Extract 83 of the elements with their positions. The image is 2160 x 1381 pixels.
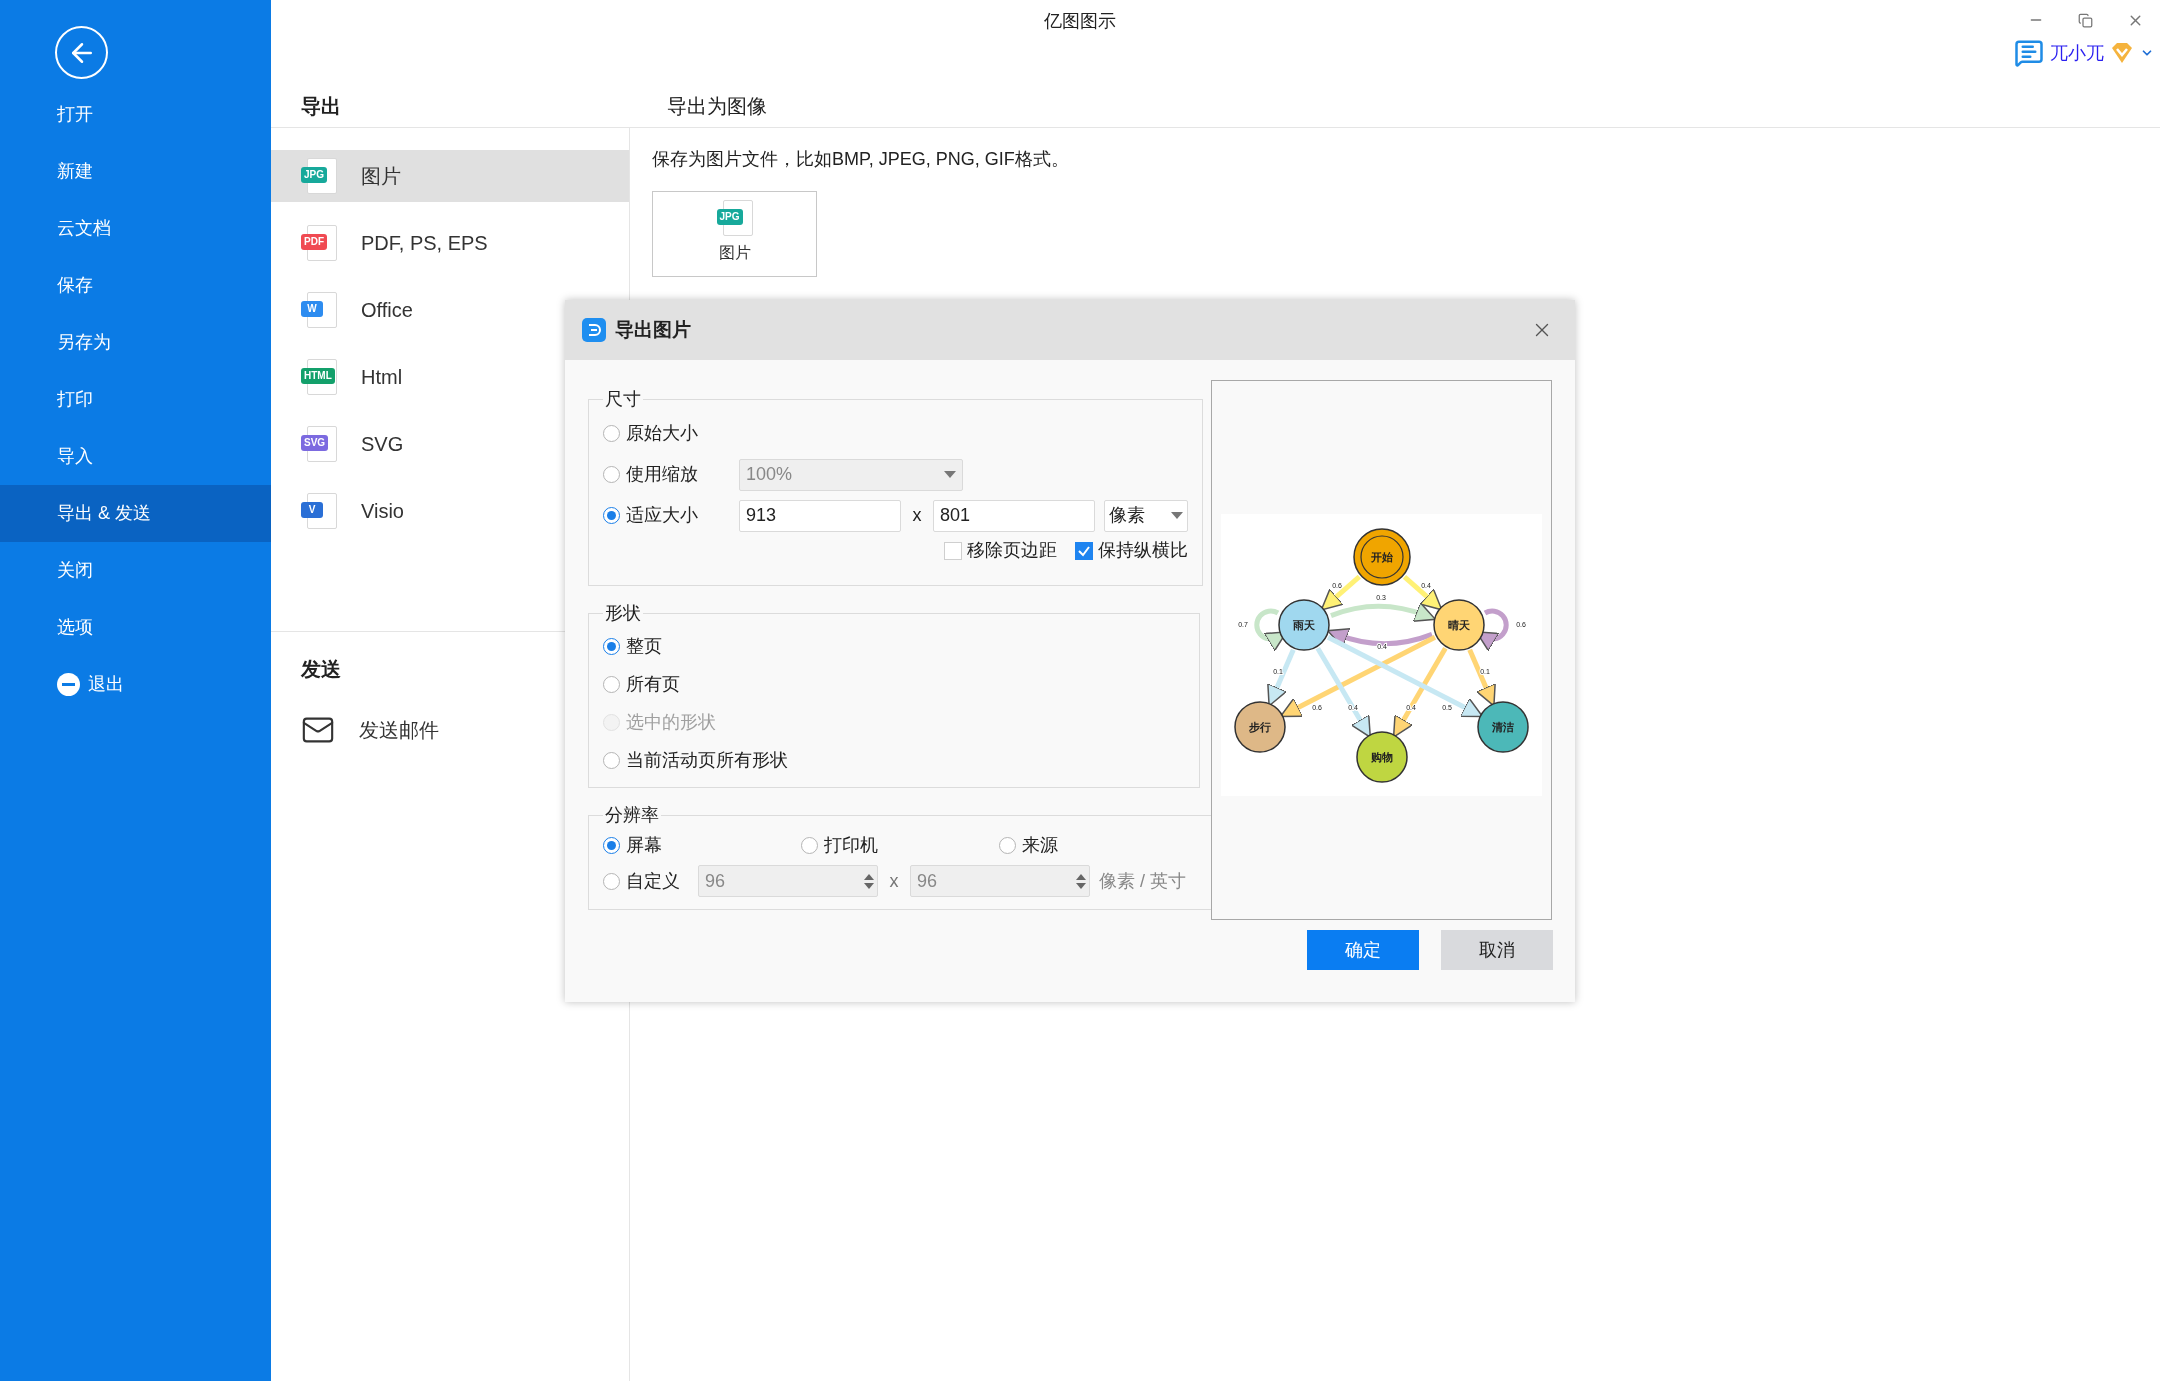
dropdown-icon: [1171, 512, 1183, 519]
sidebar-item[interactable]: 打印: [0, 371, 271, 428]
radio-button[interactable]: [603, 872, 620, 890]
option-label: 所有页: [626, 672, 680, 696]
back-button[interactable]: [55, 26, 108, 79]
option-label: 适应大小: [626, 504, 698, 527]
panel-title: 导出: [300, 94, 342, 119]
diagram-node: 开始: [1353, 528, 1411, 586]
export-format-item[interactable]: PDF PDF, PS, EPS: [271, 217, 629, 269]
radio-button[interactable]: [801, 836, 818, 854]
image-format-card[interactable]: JPG 图片: [652, 191, 817, 277]
format-badge: PDF: [301, 234, 327, 250]
option-label: 使用缩放: [626, 463, 698, 486]
format-badge: JPG: [301, 167, 327, 183]
description-text: 保存为图片文件，比如BMP, JPEG, PNG, GIF格式。: [652, 148, 1070, 171]
checkbox[interactable]: [1075, 541, 1093, 560]
cancel-button[interactable]: 取消: [1441, 930, 1553, 970]
checkbox[interactable]: [944, 541, 962, 560]
option-label: 当前活动页所有形状: [626, 748, 788, 772]
dpi-spin-field[interactable]: 96: [698, 865, 878, 897]
checkbox-label: 移除页边距: [967, 539, 1057, 562]
option-label: 打印机: [824, 833, 878, 857]
format-badge: SVG: [301, 435, 329, 451]
group-legend: 形状: [603, 600, 643, 627]
radio-button[interactable]: [603, 637, 620, 655]
diagram-node: 步行: [1234, 701, 1286, 753]
sidebar-item[interactable]: 打开: [0, 86, 271, 143]
unit-select[interactable]: 像素: [1104, 499, 1188, 532]
radio-button[interactable]: [603, 836, 620, 854]
diagram-node: 晴天: [1433, 599, 1485, 651]
app-title: 亿图图示: [1044, 10, 1116, 33]
sidebar-item[interactable]: 选项: [0, 599, 271, 656]
option-label: 屏幕: [626, 833, 662, 857]
app-logo-icon: [582, 318, 606, 342]
format-badge: V: [301, 502, 323, 518]
section-title: 导出为图像: [666, 94, 767, 119]
group-legend: 分辨率: [603, 802, 661, 829]
radio-button[interactable]: [999, 836, 1016, 854]
format-badge: JPG: [716, 209, 743, 225]
restore-icon[interactable]: [2078, 12, 2093, 28]
option-label: 自定义: [626, 869, 680, 893]
dialog-title: 导出图片: [615, 317, 691, 342]
checkbox-label: 保持纵横比: [1098, 539, 1188, 562]
diagram-node: 清洁: [1477, 701, 1529, 753]
sidebar-item[interactable]: 另存为: [0, 314, 271, 371]
width-field[interactable]: 913: [739, 499, 901, 532]
option-label: 选中的形状: [626, 710, 716, 734]
sidebar-item[interactable]: 保存: [0, 257, 271, 314]
ok-button[interactable]: 确定: [1307, 930, 1419, 970]
sidebar-item[interactable]: 云文档: [0, 200, 271, 257]
radio-button[interactable]: [603, 466, 620, 483]
option-label: 来源: [1022, 833, 1058, 857]
group-legend: 尺寸: [603, 386, 643, 413]
scale-select[interactable]: 100%: [739, 458, 963, 491]
diagram-node: 雨天: [1278, 599, 1330, 651]
height-field[interactable]: 801: [933, 499, 1095, 532]
radio-button[interactable]: [603, 751, 620, 769]
panel-title: 发送: [301, 657, 341, 682]
user-name[interactable]: 兀小兀: [2050, 39, 2104, 67]
unit-label: 像素 / 英寸: [1099, 869, 1186, 893]
radio-button[interactable]: [603, 425, 620, 442]
format-badge: HTML: [301, 368, 335, 384]
sidebar-item[interactable]: 退出: [0, 656, 271, 713]
option-label: 原始大小: [626, 422, 698, 445]
exit-icon: [57, 673, 80, 696]
chat-icon[interactable]: [2014, 38, 2044, 68]
spin-arrows-icon[interactable]: [1076, 873, 1086, 889]
times-sign: x: [911, 504, 923, 527]
sidebar-item[interactable]: 新建: [0, 143, 271, 200]
dropdown-icon: [944, 471, 956, 478]
sidebar-item[interactable]: 关闭: [0, 542, 271, 599]
times-sign: x: [888, 869, 900, 893]
spin-arrows-icon[interactable]: [864, 873, 874, 889]
sidebar-item[interactable]: 导出 & 发送: [0, 485, 271, 542]
option-label: 整页: [626, 634, 662, 658]
diamond-icon: [2110, 42, 2134, 64]
radio-button[interactable]: [603, 507, 620, 524]
format-badge: W: [301, 301, 323, 317]
export-format-item[interactable]: JPG 图片: [271, 150, 629, 202]
sidebar-item[interactable]: 导入: [0, 428, 271, 485]
diagram-node: 购物: [1356, 731, 1408, 783]
dpi-spin-field[interactable]: 96: [910, 865, 1090, 897]
radio-button[interactable]: [603, 675, 620, 693]
